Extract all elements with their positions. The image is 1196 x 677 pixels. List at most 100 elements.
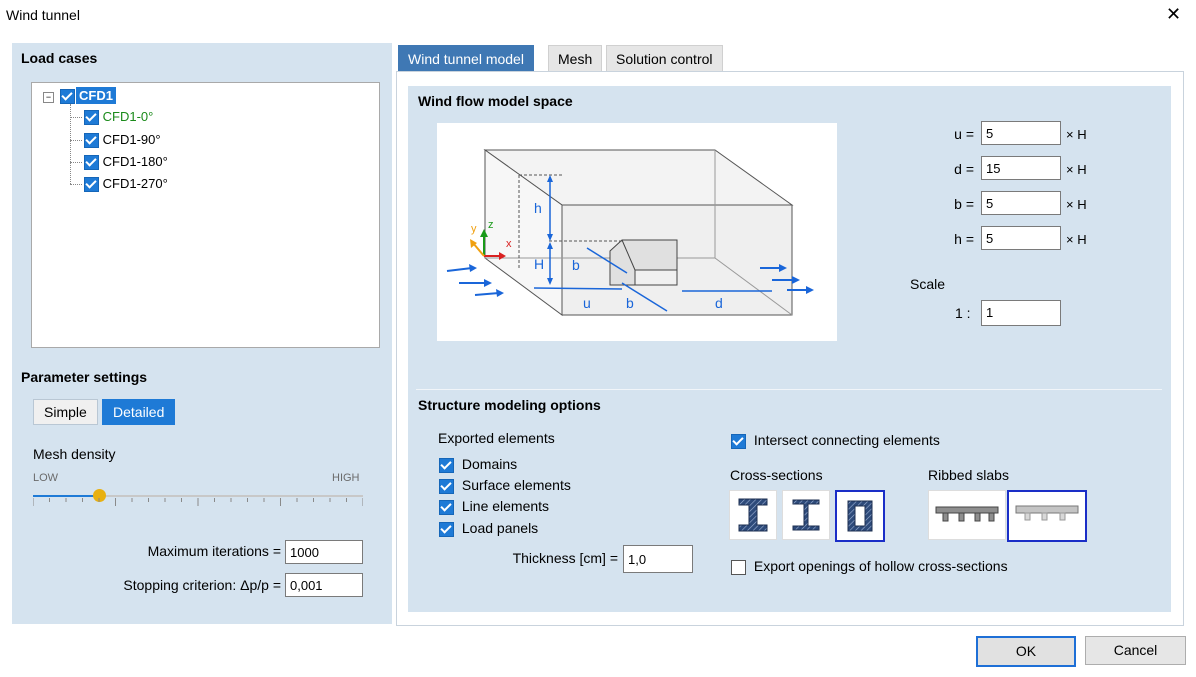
checkbox[interactable] — [439, 499, 454, 515]
exported-elements-label: Exported elements — [438, 430, 555, 446]
tree-item-cfd1-270[interactable]: CFD1-270° — [84, 174, 168, 194]
param-h-unit: × H — [1066, 232, 1087, 247]
cross-section-i-thin-option[interactable] — [782, 490, 830, 540]
stopping-criterion-label: Stopping criterion: Δp/p = — [123, 577, 281, 593]
collapse-icon[interactable]: − — [43, 92, 54, 103]
tree-item-cfd1-0[interactable]: CFD1-0° — [84, 107, 153, 127]
checkbox[interactable] — [439, 478, 454, 494]
cross-section-i-filled-option[interactable] — [729, 490, 777, 540]
ribbed-slab-option-2[interactable] — [1007, 490, 1087, 542]
tree-line — [70, 140, 82, 141]
parameter-settings-title: Parameter settings — [21, 369, 148, 385]
param-b-unit: × H — [1066, 197, 1087, 212]
tree-item-label: CFD1-270° — [102, 176, 168, 191]
close-icon[interactable]: ✕ — [1166, 5, 1181, 23]
diagram-label-b2: b — [626, 295, 634, 311]
param-u-label: u = — [954, 126, 974, 142]
i-beam-outline-icon — [792, 499, 820, 531]
thickness-label: Thickness [cm] = — [512, 550, 618, 566]
checkbox-label: Domains — [461, 456, 518, 472]
param-b-label: b = — [954, 196, 974, 212]
cancel-button[interactable]: Cancel — [1085, 636, 1186, 665]
checkbox-label: Export openings of hollow cross-sections — [753, 558, 1008, 574]
export-surface-checkbox[interactable]: Surface elements — [439, 477, 571, 494]
checkbox-cfd1[interactable] — [60, 89, 75, 105]
diagram-label-h: h — [534, 200, 542, 216]
load-cases-title: Load cases — [21, 50, 98, 66]
low-label: LOW — [33, 472, 59, 484]
tab-mesh[interactable]: Mesh — [548, 45, 603, 73]
mode-detailed-button[interactable]: Detailed — [102, 399, 176, 425]
ribbed-slab-icon — [935, 506, 999, 522]
param-d-label: d = — [954, 161, 974, 177]
mode-simple-button[interactable]: Simple — [33, 399, 98, 425]
export-load-panels-checkbox[interactable]: Load panels — [439, 520, 538, 537]
tree-item-cfd1-90[interactable]: CFD1-90° — [84, 130, 161, 150]
checkbox-label: Surface elements — [461, 477, 571, 493]
tree-line — [70, 162, 82, 163]
tree-item-label: CFD1-180° — [102, 154, 168, 169]
tree-item-cfd1-180[interactable]: CFD1-180° — [84, 152, 168, 172]
intersect-checkbox[interactable]: Intersect connecting elements — [731, 432, 940, 449]
diagram-label-b1: b — [572, 257, 580, 273]
checkbox-label: Intersect connecting elements — [753, 432, 940, 448]
checkbox[interactable] — [84, 155, 99, 171]
wind-tunnel-diagram: h H b b u d z y x — [437, 123, 837, 341]
export-line-checkbox[interactable]: Line elements — [439, 498, 549, 515]
stopping-criterion-input[interactable]: 0,001 — [285, 573, 363, 597]
mesh-density-label: Mesh density — [33, 446, 116, 462]
box-section-icon — [847, 500, 873, 532]
tree-item-label: CFD1-90° — [102, 132, 161, 147]
i-beam-hatched-icon — [738, 498, 768, 532]
high-label: HIGH — [332, 472, 360, 484]
slider-fill — [33, 495, 99, 497]
tab-wind-tunnel-model[interactable]: Wind tunnel model — [398, 45, 534, 73]
checkbox-label: Line elements — [461, 498, 550, 514]
ribbed-slabs-label: Ribbed slabs — [928, 467, 1009, 483]
cross-sections-label: Cross-sections — [730, 467, 823, 483]
diagram-label-u: u — [583, 295, 591, 311]
param-b-input[interactable]: 5 — [981, 191, 1061, 215]
slider-ticks — [33, 498, 363, 506]
thickness-input[interactable]: 1,0 — [623, 545, 693, 573]
diagram-label-H: H — [534, 256, 545, 272]
wind-tunnel-drawing — [446, 149, 814, 316]
tree-line — [70, 104, 71, 184]
tree-item-label: CFD1 — [76, 87, 116, 104]
tree-item-cfd1[interactable]: CFD1 — [60, 86, 116, 106]
checkbox[interactable] — [84, 177, 99, 193]
ribbed-slab-light-icon — [1015, 505, 1079, 521]
axis-label-y: y — [471, 223, 477, 235]
max-iterations-input[interactable]: 1000 — [285, 540, 363, 564]
section-divider — [416, 389, 1162, 390]
export-openings-checkbox[interactable]: Export openings of hollow cross-sections — [731, 558, 1008, 575]
tree-item-label: CFD1-0° — [102, 109, 154, 124]
checkbox[interactable] — [84, 110, 99, 126]
param-d-unit: × H — [1066, 162, 1087, 177]
wind-flow-title: Wind flow model space — [418, 93, 573, 109]
checkbox[interactable] — [731, 433, 746, 449]
param-h-input[interactable]: 5 — [981, 226, 1061, 250]
ok-button[interactable]: OK — [976, 636, 1076, 667]
checkbox-label: Load panels — [461, 520, 539, 536]
checkbox[interactable] — [439, 457, 454, 473]
param-d-input[interactable]: 15 — [981, 156, 1061, 180]
scale-label: Scale — [910, 276, 946, 292]
checkbox[interactable] — [731, 559, 746, 575]
checkbox[interactable] — [439, 521, 454, 537]
window-title: Wind tunnel — [6, 7, 80, 23]
tree-line — [70, 184, 82, 185]
diagram-label-d: d — [715, 295, 723, 311]
tree-line — [70, 117, 82, 118]
max-iterations-label: Maximum iterations = — [147, 543, 281, 559]
cross-section-box-option[interactable] — [835, 490, 885, 542]
export-domains-checkbox[interactable]: Domains — [439, 456, 517, 473]
checkbox[interactable] — [84, 133, 99, 149]
param-h-label: h = — [954, 231, 974, 247]
axis-label-x: x — [506, 238, 512, 250]
scale-prefix: 1 : — [955, 305, 971, 321]
scale-input[interactable]: 1 — [981, 300, 1061, 326]
param-u-input[interactable]: 5 — [981, 121, 1061, 145]
ribbed-slab-option-1[interactable] — [928, 490, 1006, 540]
tab-solution-control[interactable]: Solution control — [606, 45, 723, 73]
